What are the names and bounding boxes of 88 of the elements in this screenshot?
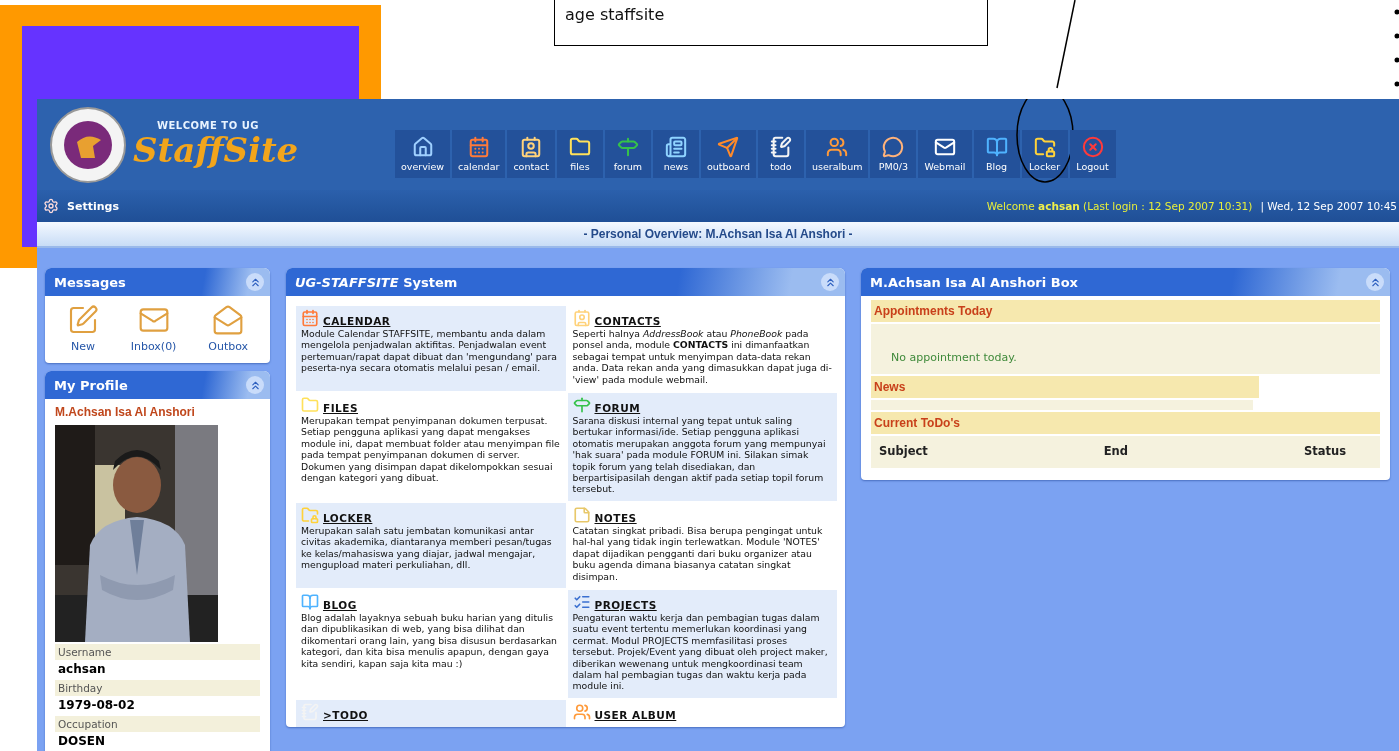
book-icon [301, 592, 319, 611]
message-link[interactable]: Outbox [208, 304, 249, 353]
column-header: End [1103, 444, 1128, 458]
module-link[interactable]: CONTACTS [594, 315, 661, 327]
settings-link[interactable]: Settings [67, 199, 119, 213]
module-description: Merupakan tempat penyimpanan dokumen terpusat. Setiap pengguna aplikasi yang dapat mengakses module ini, dapat membuat folder atau menyimpan file pada tempat penyimpanan dokumen di server. Dokumen yang disimpan dapat dikelompokkan sesuai dengan kategori yang dibuat. [301, 415, 561, 484]
toolbar-button[interactable]: Webmail [918, 129, 972, 178]
module-link[interactable]: PROJECTS [594, 598, 657, 611]
tagline: WELCOME TO UG [157, 120, 260, 131]
toolbar-button[interactable]: calendar [452, 129, 506, 178]
news-icon [664, 135, 687, 158]
field-label: Birthday [55, 680, 260, 696]
toolbar-button[interactable]: contact [507, 129, 555, 178]
calendar-icon [301, 309, 319, 327]
pm-icon [882, 135, 905, 158]
toolbar-button[interactable]: forum [604, 129, 651, 178]
locker-icon [1033, 135, 1056, 158]
folder-icon [301, 396, 319, 415]
welcome-text: Welcome achsan (Last login : 12 Sep 2007 10:31) [986, 200, 1253, 212]
settings-icon [43, 198, 59, 214]
panel-title: M.Achsan Isa Al Anshori Box [870, 274, 1078, 290]
users-icon [826, 135, 849, 158]
module-link[interactable]: CALENDAR [323, 315, 391, 327]
module-description: Sarana diskusi internal yang tepat untuk saling bertukar informasi/ide. Setiap pengguna aplikasi otomatis merupakan anggota forum yang mempunyai 'hak suara' pada module FORUM ini. Silakan simak topik forum yang telah disediakan, dan berpartisipasilah dengan aktif pada setiap topil forum tersebut. [572, 415, 827, 495]
book-icon [985, 135, 1008, 158]
envelope-icon [212, 304, 245, 336]
folder-icon [568, 135, 591, 158]
callout-text: age staffsite [565, 5, 665, 24]
module-description: Blog adalah layaknya sebuah buku harian yang ditulis dan dipublikasikan di web, yang bisa dilihat dan dikomentari orang lain, yang bisa disusun berdasarkan kategori, dan kita bisa menulis apapun, dengan gaya kita sendiri, kapan saja kita mau :) [301, 611, 558, 669]
toolbar-button[interactable]: news [652, 129, 699, 178]
field-value: achsan [57, 661, 107, 678]
field-label: Username [55, 644, 260, 660]
overview-title: - Personal Overview: M.Achsan Isa Al Anshori - [583, 227, 853, 241]
empty-message: No appointment today. [891, 351, 1017, 364]
toolbar-button[interactable]: PM0/3 [870, 129, 917, 178]
column-header: Status [1303, 444, 1346, 458]
module-link[interactable]: FORUM [594, 402, 641, 415]
column-header: Subject [879, 444, 928, 458]
toolbar-button[interactable]: Blog [973, 129, 1020, 178]
module-description: Pengaturan waktu kerja dan pembagian tugas dalam suatu event tertentu memerlukan koordinasi yang cermat. Modul PROJECTS memfasilitasi proses tersebut. Projek/Event yang dibuat oleh project maker, diberikan wewenang untuk mengkoordinasi team dalam hal pembagian tugas dan waktu kerja pada module ini. [572, 611, 829, 692]
profile-name: M.Achsan Isa Al Anshori [55, 405, 196, 419]
notes-icon [572, 505, 591, 524]
calendar-icon [467, 135, 490, 158]
locker-icon [301, 505, 319, 524]
toolbar-button[interactable]: overview [395, 129, 451, 178]
module-description: Module Calendar STAFFSITE, membantu anda dalam mengelola penjadwalan aktifitas. Penjadwalan event pertemuan/rapat dapat dibuat dan 'mengundang' para peserta-nya secara otomatis melalui pesan / email. [301, 328, 558, 374]
toolbar-button[interactable]: files [556, 129, 603, 178]
module-link[interactable]: LOCKER [323, 511, 373, 524]
logo-text: StaffSite [133, 131, 299, 169]
message-link[interactable]: Inbox(0) [130, 304, 177, 353]
collapse-button[interactable] [246, 273, 264, 291]
field-value: 1979-08-02 [57, 697, 136, 714]
module-link[interactable]: USER ALBUM [594, 708, 677, 721]
outboard-icon [717, 135, 740, 158]
panel-title: UG-STAFFSITE System [295, 274, 458, 290]
module-description: Catatan singkat pribadi. Bisa berupa pengingat untuk hal-hal yang tidak ingin terlewatkan. Module 'NOTES' dapat dijadikan pengganti dari buku organizer atau buku agenda dimana biasanya catatan singkat disimpan. [572, 524, 824, 582]
toolbar-button[interactable]: todo [757, 129, 804, 178]
forum-icon [572, 396, 591, 415]
contact-icon [572, 309, 591, 327]
collapse-button[interactable] [821, 273, 839, 291]
forum-icon [616, 135, 639, 158]
panel-title: Messages [54, 274, 126, 290]
module-description: Merupakan salah satu jembatan komunikasi antar civitas akademika, diantaranya memberi pesan/tugas ke kelas/mahasiswa yang diajar, jadwal mengajar, mengupload materi perkuliahan, dll. [301, 524, 553, 571]
date-text: | Wed, 12 Sep 2007 10:45 [1260, 200, 1397, 212]
section-title: News [871, 376, 1259, 398]
section-title: Current ToDo's [871, 412, 1380, 434]
field-label: Occupation [55, 716, 260, 732]
toolbar-button[interactable]: outboard [700, 129, 756, 178]
contact-icon [520, 135, 543, 158]
todo-icon [769, 135, 792, 158]
users-icon [572, 702, 591, 721]
module-link[interactable]: >TODO [323, 708, 369, 721]
module-link[interactable]: BLOG [323, 598, 357, 611]
collapse-button[interactable] [1366, 273, 1384, 291]
module-link[interactable]: FILES [323, 402, 358, 415]
message-link[interactable]: New [66, 304, 99, 353]
field-value: DOSEN [57, 733, 107, 750]
toolbar-button[interactable]: Logout [1069, 129, 1116, 178]
toolbar-button[interactable]: useralbum [805, 129, 869, 178]
home-icon [411, 135, 434, 158]
collapse-button[interactable] [246, 376, 264, 394]
section-title: Appointments Today [871, 300, 1380, 322]
seal-logo-icon [49, 105, 127, 184]
module-description: Seperti halnya AddressBook atau PhoneBook pada ponsel anda, module CONTACTS ini dimanfaatkan sebagai tempat untuk menyimpan data-data rekan anda. Data rekan anda yang dimasukkan dapat juga di-'view' pada module webmail. [572, 328, 832, 386]
toolbar-button[interactable]: Locker [1021, 129, 1068, 178]
module-link[interactable]: NOTES [594, 511, 637, 524]
close-icon [1081, 135, 1104, 158]
panel-title: My Profile [54, 377, 128, 393]
